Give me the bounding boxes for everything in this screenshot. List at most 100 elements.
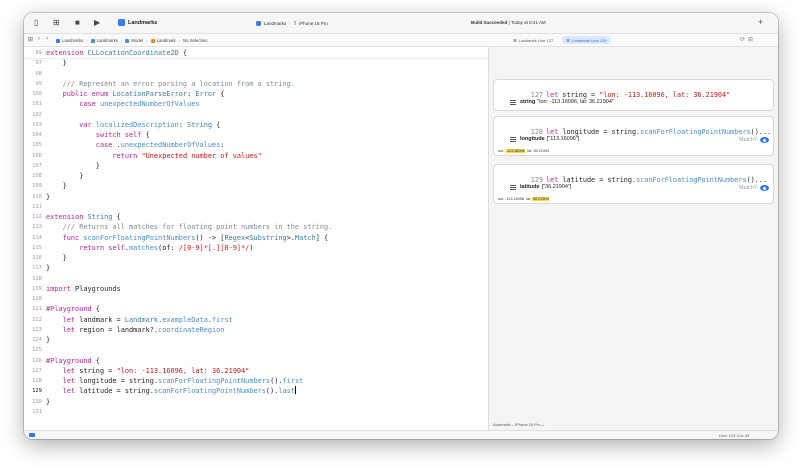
code-line[interactable]: var localizedDescription: String {: [46, 120, 220, 130]
playground-canvas: 127 let string = "lon: -113.16096, lat: 3…: [489, 47, 778, 430]
tab-label: Landmark Line 129: [572, 37, 607, 43]
chevron-right-icon: ›: [120, 38, 123, 43]
match-label: Match?: [738, 185, 757, 191]
code-line[interactable]: }: [46, 181, 67, 191]
code-line[interactable]: let region = landmark?.coordinateRegion: [46, 325, 225, 335]
code-line[interactable]: }: [46, 171, 83, 181]
code-line[interactable]: return self.matches(of: /[0-9]*[.][0-9]*…: [46, 243, 253, 253]
line-number: 98: [35, 70, 42, 77]
line-number: 113: [32, 224, 42, 231]
breadcrumb-item[interactable]: No Selection: [183, 38, 207, 43]
tab-label: Landmark Line 127: [519, 37, 554, 43]
code-line[interactable]: switch self {: [46, 130, 150, 140]
code-line[interactable]: return "Unexpected number of values": [46, 151, 261, 161]
line-number: 120: [32, 296, 42, 302]
run-destination[interactable]: Landmarks › ▯ iPhone 16 Pro: [256, 20, 328, 26]
line-number: 119: [32, 285, 42, 292]
breadcrumb-item[interactable]: Landmarks: [62, 38, 83, 43]
app-icon: [256, 20, 261, 26]
run-icon[interactable]: ▶: [94, 18, 100, 28]
result-value: ["113.16096"]: [546, 136, 580, 142]
code-line[interactable]: import Playgrounds: [46, 284, 121, 294]
result-card-longitude[interactable]: 128 let longitude = string.scanForFloatin…: [493, 116, 774, 156]
preview-device-selector[interactable]: Automatic – iPhone 16 Pro ⌄: [493, 422, 545, 427]
code-line[interactable]: }: [46, 397, 50, 407]
breadcrumb-item[interactable]: Landmark: [157, 38, 176, 43]
chevron-right-icon: ›: [86, 38, 88, 43]
result-card-string[interactable]: 127 let string = "lon: -113.16096, lat: 3…: [493, 79, 774, 111]
chevron-right-icon: ›: [146, 38, 148, 43]
source-editor[interactable]: 89 97 98 99 100 101 102 103 104 105 106 107 108 109 11…: [24, 47, 488, 430]
code-line[interactable]: let longitude = string.scanForFloatingPo…: [46, 376, 304, 386]
code-line[interactable]: }: [46, 263, 50, 273]
line-number: 121: [32, 306, 42, 313]
folder-icon: [125, 38, 130, 43]
playground-icon: ⌘: [566, 37, 571, 43]
toolbar: ▯ ⊞ ■ ▶ Landmarks Landmarks › ▯ iPhone 1…: [24, 13, 778, 34]
scheme-name: Landmarks: [128, 19, 158, 26]
code-line[interactable]: func scanForFloatingPointNumbers() -> [R…: [46, 233, 329, 243]
code-line[interactable]: }: [46, 192, 50, 202]
breadcrumb-item[interactable]: Landmarks: [97, 38, 118, 43]
navigator-toggle-icon[interactable]: ▯: [34, 18, 38, 28]
xcode-window: ▯ ⊞ ■ ▶ Landmarks Landmarks › ▯ iPhone 1…: [24, 13, 778, 439]
debug-area-toggle-icon[interactable]: [29, 433, 35, 437]
line-number-gutter: 89 97 98 99 100 101 102 103 104 105 106 107 108 109 11…: [24, 47, 44, 430]
line-number: 107: [32, 162, 42, 169]
eye-icon[interactable]: [760, 185, 769, 191]
playground-icon: ⌘: [513, 37, 517, 43]
code-line[interactable]: case unexpectedNumberOfValues: [46, 99, 199, 109]
code-line[interactable]: /// Represent an error parsing a locatio…: [46, 79, 295, 89]
canvas-tabs: ⌘ Landmark Line 127 ⌘ Landmark Line 129: [509, 36, 611, 44]
line-number: 106: [32, 152, 42, 159]
result-line-number: 128: [530, 128, 544, 136]
code-line[interactable]: }: [46, 161, 100, 171]
chevron-right-icon: ›: [178, 38, 181, 43]
code-line[interactable]: /// Returns all matches for floating poi…: [46, 222, 333, 232]
canvas-footer[interactable]: Automatic – iPhone 16 Pro ⌄: [489, 420, 778, 430]
code-line[interactable]: public enum LocationParseError: Error {: [46, 89, 225, 99]
swift-file-icon: [150, 38, 155, 43]
code-line[interactable]: #Playground {: [46, 304, 100, 314]
result-value-row: string "lon: -113.16096, lat: 36.21904": [510, 99, 614, 105]
code-line[interactable]: extension CLLocationCoordinate2D {: [46, 48, 187, 58]
tab-landmark-line-127[interactable]: ⌘ Landmark Line 127: [509, 36, 557, 44]
forward-icon[interactable]: ›: [46, 36, 48, 42]
line-number: 129: [32, 388, 42, 395]
result-value-row: longitude ["113.16096"]: [510, 136, 579, 142]
code-line[interactable]: let latitude = string.scanForFloatingPoi…: [46, 386, 296, 396]
text-lines-icon: [510, 99, 516, 105]
tab-landmark-line-129[interactable]: ⌘ Landmark Line 129: [562, 36, 611, 44]
code-line[interactable]: let landmark = Landmark.exampleData.firs…: [46, 315, 233, 325]
result-value-row: latitude ["36.21904"]: [510, 184, 571, 190]
stop-icon[interactable]: ■: [75, 18, 80, 28]
code-line[interactable]: extension String {: [46, 212, 121, 222]
destination-device: iPhone 16 Pro: [299, 20, 328, 26]
code-line[interactable]: }: [46, 335, 50, 345]
line-number: 131: [32, 408, 42, 415]
line-number: 101: [32, 101, 42, 108]
library-plus-icon[interactable]: +: [758, 17, 763, 27]
add-file-icon[interactable]: ⊞: [53, 18, 60, 28]
build-status: Build Succeeded | Today at 9:41 AM: [471, 20, 546, 25]
line-number: 124: [32, 337, 42, 343]
text-lines-icon: [510, 136, 516, 142]
scheme-title[interactable]: Landmarks: [118, 19, 157, 26]
code-line[interactable]: #Playground {: [46, 356, 100, 366]
code-line[interactable]: let string = "lon: -113.16096, lat: 36.2…: [46, 366, 250, 376]
related-items-icon[interactable]: ⊞: [28, 36, 33, 43]
code-line[interactable]: }: [46, 253, 67, 263]
back-icon[interactable]: ‹: [38, 36, 40, 42]
chevron-right-icon: ›: [289, 20, 291, 26]
eye-icon[interactable]: [760, 137, 769, 143]
result-card-latitude[interactable]: 129 let latitude = string.scanForFloating…: [493, 164, 774, 204]
build-status-time: | Today at 9:41 AM: [508, 20, 546, 25]
code-line[interactable]: case .unexpectedNumberOfValues:: [46, 140, 225, 150]
editor-options-icon[interactable]: ⟳⊞: [740, 36, 756, 43]
cursor-position: Line: 129 Col: 43: [719, 433, 750, 438]
text-lines-icon: [510, 184, 516, 190]
code-line[interactable]: }: [46, 58, 67, 68]
breadcrumb-item[interactable]: Model: [131, 38, 143, 43]
project-icon: [56, 38, 60, 43]
line-number: 126: [32, 357, 42, 364]
